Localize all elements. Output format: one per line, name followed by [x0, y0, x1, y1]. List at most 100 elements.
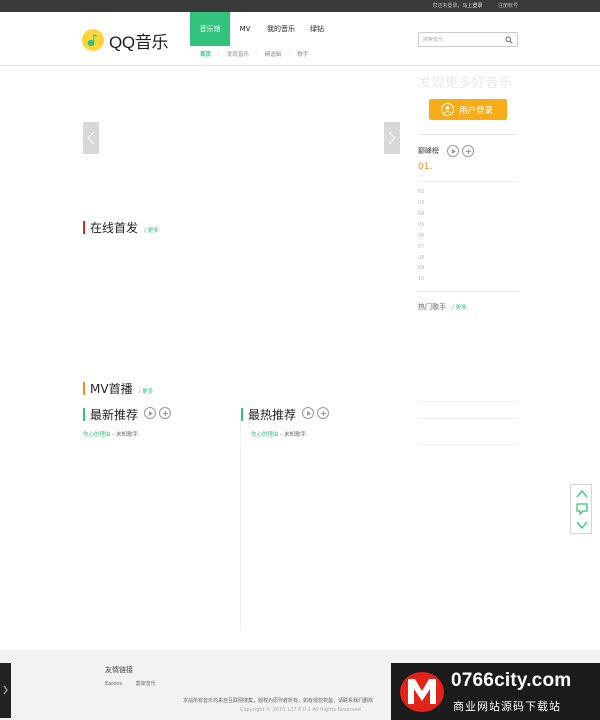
side-toolbar: [570, 484, 592, 534]
divider: [418, 181, 518, 182]
play-icon: [149, 411, 153, 416]
friend-links: Earons 莫染音乐: [105, 680, 168, 687]
rank-number: 01.: [418, 162, 433, 172]
divider: [418, 418, 518, 419]
latest-controls: [144, 407, 174, 419]
subnav-discover[interactable]: 发现音乐: [227, 50, 249, 58]
hot-singers-header: 热门歌手 / 更多: [418, 302, 467, 312]
rank-number: 05: [418, 222, 425, 228]
nav-green-diamond[interactable]: 绿钻: [302, 12, 332, 46]
section-title: MV首播: [90, 382, 133, 396]
play-icon: [307, 411, 311, 416]
login-button-label: 用户登录: [459, 105, 494, 116]
account-links: 您还未登录，马上登录 注册帐号: [432, 2, 518, 9]
singers-more-link[interactable]: / 更多: [452, 303, 467, 311]
play-icon: [452, 149, 456, 154]
chevron-right-icon: [388, 131, 396, 145]
friend-link[interactable]: 莫染音乐: [136, 681, 156, 687]
logo-text: QQ音乐: [109, 33, 169, 52]
column-divider: [240, 420, 241, 630]
section-online-premiere: 在线首发 / 更多: [83, 219, 159, 236]
song-title[interactable]: 伤心的理由: [83, 432, 111, 438]
rank-number: 04: [418, 211, 425, 217]
song-artist[interactable]: 未知歌手: [284, 432, 306, 438]
section-marker: [83, 382, 85, 395]
divider: [418, 134, 518, 135]
friend-links-title: 友情链接: [105, 666, 133, 674]
chart-title: 巅峰榜: [418, 147, 439, 155]
divider: [418, 444, 518, 445]
subnav-divider: |: [218, 50, 220, 56]
player-toggle-tab[interactable]: [0, 663, 11, 718]
search-box: [418, 32, 518, 47]
main-nav: 音乐馆 MV 我的音乐 绿钻: [190, 12, 332, 46]
discover-heading: 发现更多好音乐: [418, 76, 513, 91]
register-link[interactable]: 注册帐号: [498, 3, 518, 9]
chevron-up-icon[interactable]: [575, 487, 589, 501]
not-logged-text: 您还未登录，: [432, 3, 463, 9]
plus-icon: [163, 411, 168, 416]
list-item[interactable]: 伤心的理由 - 未知歌手: [83, 430, 138, 438]
chevron-right-icon: [3, 685, 8, 695]
watermark-banner: 0766city.com 商业网站源码下载站: [391, 663, 600, 720]
carousel-next-button[interactable]: [384, 122, 400, 154]
add-all-button[interactable]: [159, 407, 171, 419]
rank-number: 10: [418, 276, 425, 282]
play-all-button[interactable]: [144, 407, 156, 419]
add-all-button[interactable]: [317, 407, 329, 419]
chevron-down-icon[interactable]: [575, 518, 589, 532]
watermark-site: 0766city.com: [451, 670, 572, 691]
copyright-text: Copyright © 2016 127.0.0.1 All Rights Re…: [240, 707, 361, 713]
user-login-button[interactable]: 用户登录: [429, 99, 507, 120]
subnav-divider: |: [255, 50, 258, 56]
qq-music-logo[interactable]: QQ音乐: [82, 27, 172, 53]
section-mv-premiere: MV首播 / 更多: [83, 380, 153, 397]
online-more-link[interactable]: / 更多: [144, 226, 159, 234]
section-title: 最新推荐: [90, 408, 139, 422]
section-hottest: 最热推荐: [241, 406, 296, 423]
subnav-albums[interactable]: 精选辑: [265, 50, 282, 58]
nav-my-music[interactable]: 我的音乐: [260, 12, 302, 46]
site-header: QQ音乐 音乐馆 MV 我的音乐 绿钻 首页 | 发现音乐 | 精选辑 | 歌手: [0, 12, 600, 66]
copyright-notice: 本站所有音乐均来自互联网搜集，版权为原作者所有，如有侵犯权益，请联系我们删除: [183, 698, 374, 704]
top-bar: 您还未登录，马上登录 注册帐号: [0, 0, 600, 12]
plus-icon: [466, 149, 471, 154]
add-chart-button[interactable]: [462, 145, 474, 157]
friend-link[interactable]: Earons: [105, 681, 122, 687]
sub-nav: 首页 | 发现音乐 | 精选辑 | 歌手: [191, 50, 308, 58]
login-link[interactable]: 马上登录: [462, 3, 482, 9]
song-title[interactable]: 伤心的理由: [251, 432, 279, 438]
play-chart-button[interactable]: [447, 145, 459, 157]
rank-number: 08: [418, 255, 425, 261]
section-title: 最热推荐: [248, 408, 297, 422]
section-marker: [241, 408, 243, 421]
rank-number: 06: [418, 233, 425, 239]
mv-more-link[interactable]: / 更多: [139, 387, 154, 395]
section-latest: 最新推荐: [83, 406, 138, 423]
plus-icon: [321, 411, 326, 416]
chart-controls: [447, 145, 477, 157]
nav-mv[interactable]: MV: [230, 12, 260, 46]
divider: [418, 291, 518, 292]
play-all-button[interactable]: [302, 407, 314, 419]
song-artist[interactable]: 未知歌手: [116, 432, 138, 438]
rank-number: 02: [418, 189, 425, 195]
hot-singers-title: 热门歌手: [418, 303, 446, 311]
subnav-divider: |: [288, 50, 291, 56]
subnav-singers[interactable]: 歌手: [297, 50, 308, 58]
search-icon[interactable]: [505, 36, 513, 44]
logo-icon: [82, 29, 104, 51]
nav-music-hall[interactable]: 音乐馆: [190, 12, 230, 46]
section-title: 在线首发: [90, 221, 139, 235]
chevron-left-icon: [87, 131, 95, 145]
search-input[interactable]: [423, 35, 503, 45]
rank-number: 07: [418, 244, 425, 250]
section-marker: [83, 221, 85, 234]
subnav-home[interactable]: 首页: [200, 50, 211, 58]
feedback-icon[interactable]: [575, 502, 589, 516]
hottest-controls: [302, 407, 332, 419]
watermark-logo: [397, 669, 447, 714]
list-item[interactable]: 伤心的理由 - 未知歌手: [251, 430, 306, 438]
carousel-prev-button[interactable]: [83, 122, 99, 154]
rank-number: 03: [418, 200, 425, 206]
